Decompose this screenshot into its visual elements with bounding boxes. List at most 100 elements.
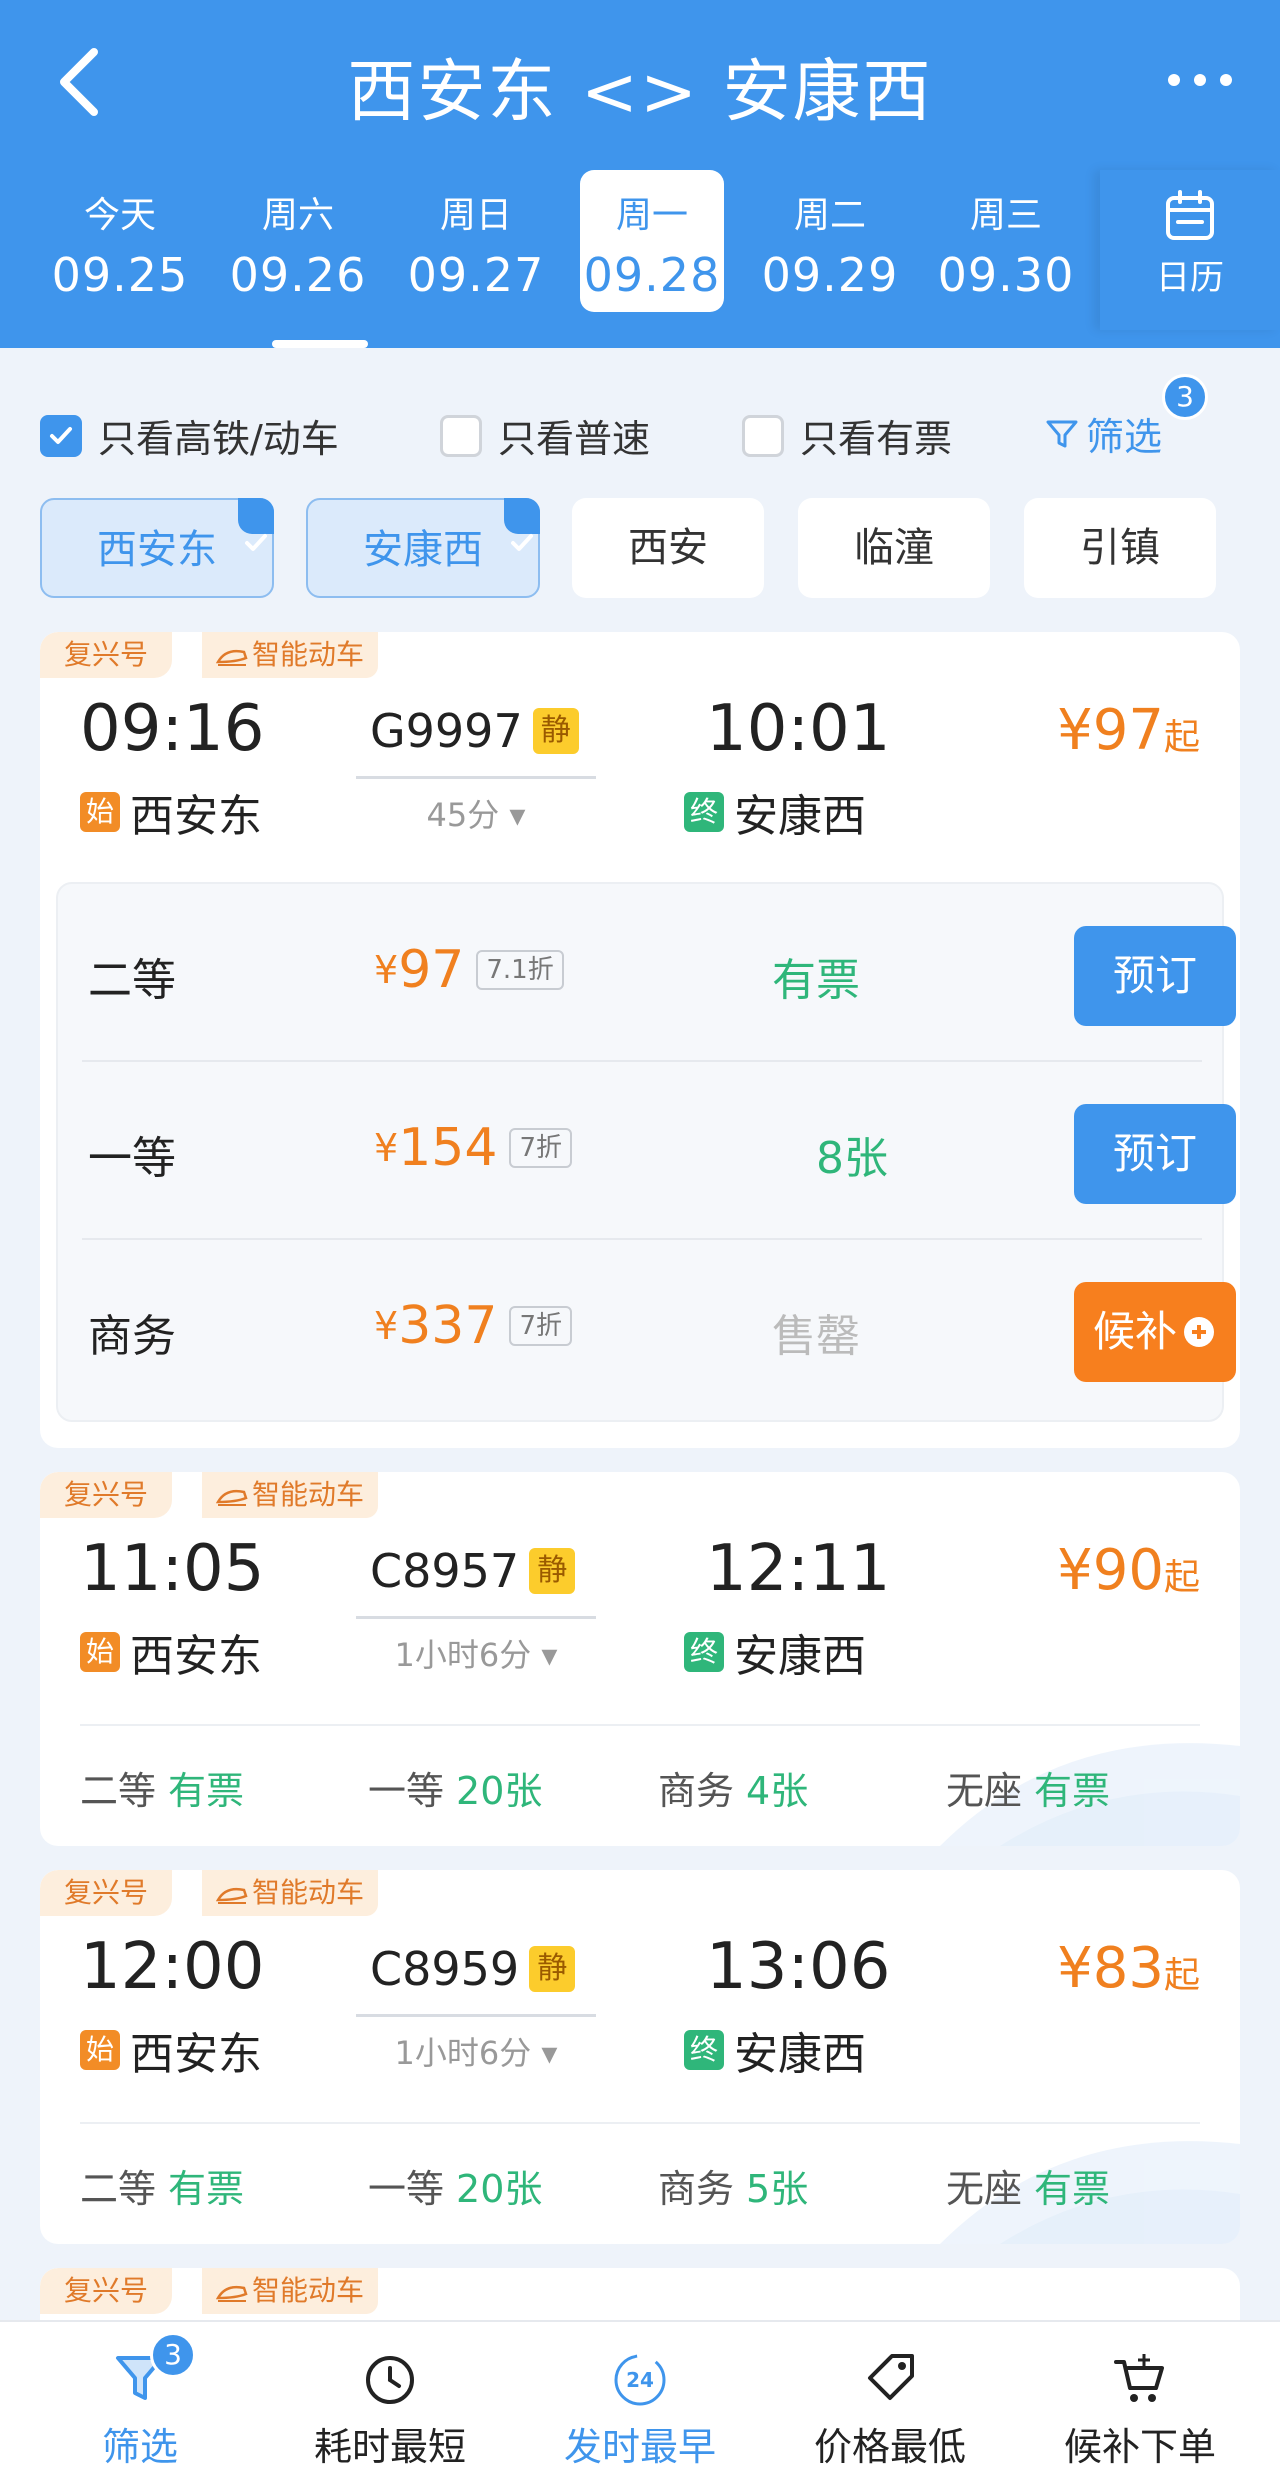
from-station: 始西安东 [80,1620,262,1684]
svg-text:24: 24 [626,2368,654,2392]
tab-filter[interactable]: 筛选 3 [12,2322,268,2485]
quiet-car-badge: 静 [529,1946,576,1992]
duration-toggle[interactable]: 45分 ▾ [356,790,596,836]
seat-price: ¥97 7.1折 [374,940,564,1000]
start-badge: 始 [80,792,120,832]
station-chip-2[interactable]: 西安 [572,498,764,598]
station-chip-1[interactable]: 安康西 [306,498,540,598]
seat-summary-second: 二等 有票 [80,1769,245,1813]
selected-check-icon [504,498,540,551]
train-number: G9997 静 [370,704,579,758]
date-tab-0[interactable]: 今天 09.25 [48,170,192,312]
date-tab-1[interactable]: 周六 09.26 [226,170,370,312]
seat-summary-business: 商务 4张 [658,1769,809,1813]
seat-summary-standing: 无座 有票 [946,1769,1111,1813]
checkbox-unchecked-icon [440,414,482,457]
station-chips: 西安东 安康西 西安 临潼 引镇 [0,498,1280,602]
train-card-0[interactable]: 复兴号 智能动车 09:16 G9997 静 10:01 45分 ▾ 始西安东 终… [40,632,1240,1448]
departure-time: 12:00 [80,1930,265,2004]
filter-row: 只看高铁/动车 只看普速 只看有票 筛选 3 [0,374,1280,474]
selected-check-icon [238,498,274,551]
seat-price: ¥154 7折 [374,1118,572,1178]
route-line [356,776,596,779]
tab-lowest-price[interactable]: 价格最低 [762,2322,1018,2485]
seat-summary-first: 一等 20张 [368,2167,543,2211]
route-line [356,2014,596,2017]
tab-shortest-duration[interactable]: 耗时最短 [262,2322,518,2485]
train-icon [216,1887,248,1904]
book-button[interactable]: 预订 [1074,1104,1236,1204]
to-station: 终安康西 [684,780,866,844]
date-tab-5[interactable]: 周三 09.30 [934,170,1078,312]
discount-badge: 7折 [509,1306,572,1346]
seat-status-soldout: 售罄 [772,1311,860,1362]
to-station: 终安康西 [684,2018,866,2082]
filter-button[interactable]: 筛选 3 [1044,374,1208,461]
seat-row-first-class: 一等 ¥154 7折 8张 预订 [58,1062,1236,1240]
seat-status: 有票 [772,955,860,1006]
seat-summary-second: 二等 有票 [80,2167,245,2211]
calendar-icon [1166,190,1214,240]
start-badge: 始 [80,2030,120,2070]
quiet-car-badge: 静 [532,708,579,754]
arrival-time: 10:01 [706,692,891,766]
start-badge: 始 [80,1632,120,1672]
seat-row-business-class: 商务 ¥337 7折 售罄 候补 [58,1240,1236,1418]
clock-24-icon: 24 [614,2354,666,2406]
seat-status: 8张 [816,1133,888,1184]
train-card-1[interactable]: 复兴号 智能动车 11:05 C8957 静 12:11 1小时6分 ▾ 始西安东… [40,1472,1240,1846]
checkbox-available[interactable]: 只看有票 [742,408,952,463]
seat-summary-standing: 无座 有票 [946,2167,1111,2211]
date-tab-3-selected[interactable]: 周一 09.28 [580,170,724,312]
duration-toggle[interactable]: 1小时6分 ▾ [356,2028,596,2074]
funnel-icon [1046,420,1078,447]
checkbox-high-speed[interactable]: 只看高铁/动车 [40,408,339,463]
train-tag-fuxing: 复兴号 [40,2268,173,2314]
quiet-car-badge: 静 [529,1548,576,1594]
discount-badge: 7折 [509,1128,572,1168]
checkbox-unchecked-icon [742,414,784,457]
lowest-price: ¥90起 [1057,1538,1200,1603]
lowest-price: ¥83起 [1057,1936,1200,2001]
checkbox-normal[interactable]: 只看普速 [440,408,650,463]
train-tag-fuxing: 复兴号 [40,632,173,678]
seat-panel: 二等 ¥97 7.1折 有票 预订 一等 ¥154 7折 8张 预订 商务 ¥337… [56,882,1236,1422]
seat-row-second-class: 二等 ¥97 7.1折 有票 预订 [58,884,1236,1062]
train-card-2[interactable]: 复兴号 智能动车 12:00 C8959 静 13:06 1小时6分 ▾ 始西安东… [40,1870,1240,2244]
discount-badge: 7.1折 [476,950,564,990]
date-tab-4[interactable]: 周二 09.29 [758,170,902,312]
date-strip: 今天 09.25 周六 09.26 周日 09.27 周一 09.28 周二 0… [0,170,1100,340]
train-number: C8957 静 [370,1544,576,1598]
arrival-time: 13:06 [706,1930,891,2004]
train-icon [216,2285,248,2302]
seat-price: ¥337 7折 [374,1296,572,1356]
station-chip-0[interactable]: 西安东 [40,498,274,598]
duration-toggle[interactable]: 1小时6分 ▾ [356,1630,596,1676]
train-tag-smart: 智能动车 [202,632,379,678]
timer-icon [366,2356,414,2404]
departure-time: 11:05 [80,1532,265,1606]
train-tag-smart: 智能动车 [202,1870,379,1916]
route-line [356,1616,596,1619]
triangle-down-icon: ▾ [509,796,526,834]
waitlist-button[interactable]: 候补 [1074,1282,1236,1382]
more-icon[interactable] [1160,55,1240,105]
date-tab-2[interactable]: 周日 09.27 [404,170,548,312]
calendar-button[interactable]: 日历 [1100,170,1280,330]
tab-earliest-departure[interactable]: 24 发时最早 [512,2322,768,2485]
tab-waitlist[interactable]: 候补下单 [1012,2322,1268,2485]
lowest-price: ¥97起 [1057,698,1200,763]
station-chip-3[interactable]: 临潼 [798,498,990,598]
train-tag-fuxing: 复兴号 [40,1870,173,1916]
train-tag-smart: 智能动车 [202,2268,379,2314]
train-number: C8959 静 [370,1942,576,1996]
book-button[interactable]: 预订 [1074,926,1236,1026]
end-badge: 终 [684,2030,724,2070]
train-icon [216,1489,248,1506]
station-chip-4[interactable]: 引镇 [1024,498,1216,598]
to-station: 终安康西 [684,1620,866,1684]
end-badge: 终 [684,792,724,832]
today-indicator [272,340,368,348]
seat-summary-first: 一等 20张 [368,1769,543,1813]
from-station: 始西安东 [80,780,262,844]
